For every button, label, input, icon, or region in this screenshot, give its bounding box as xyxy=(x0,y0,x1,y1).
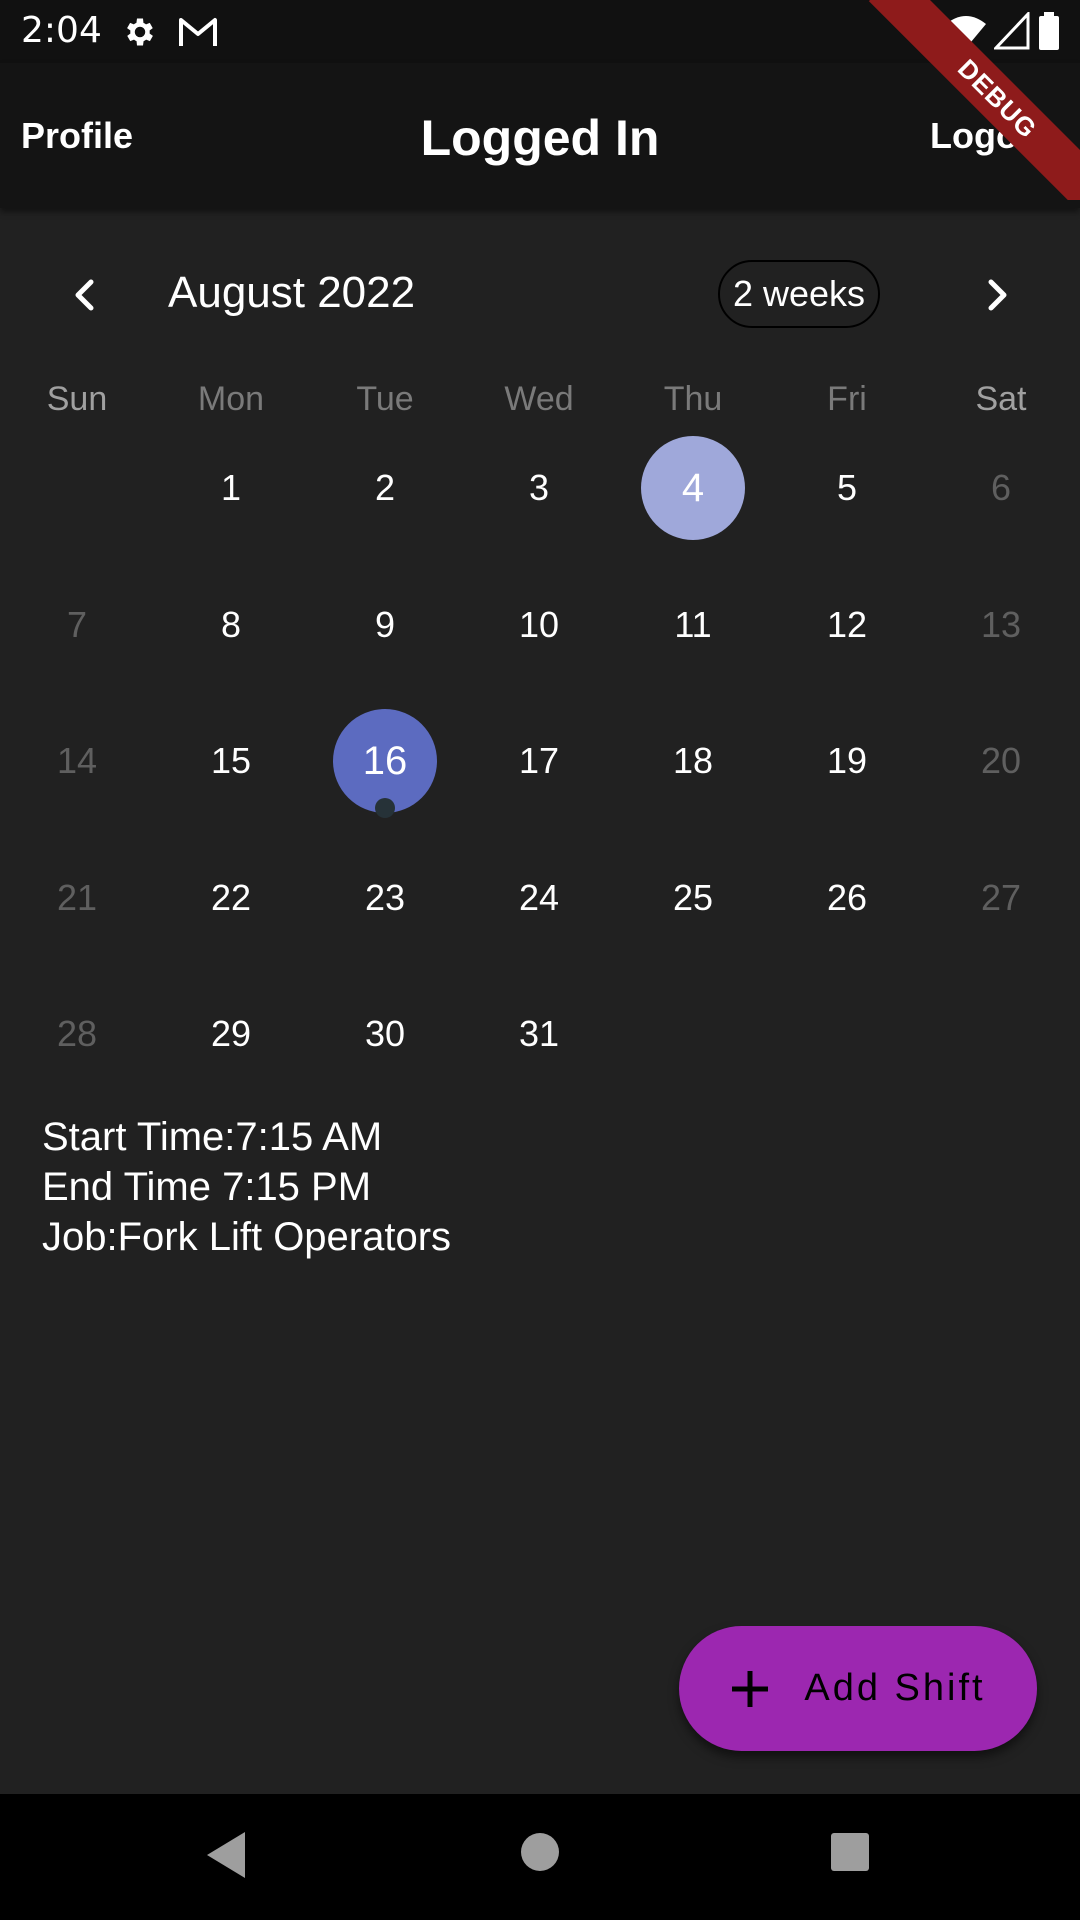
day-number: 22 xyxy=(210,876,252,918)
calendar-day-26[interactable]: 26 xyxy=(770,843,924,953)
day-number: 25 xyxy=(672,876,714,918)
calendar-day-4[interactable]: 4 xyxy=(616,433,770,543)
add-shift-button[interactable]: Add Shift xyxy=(679,1626,1037,1751)
calendar-day-19[interactable]: 19 xyxy=(770,706,924,816)
day-number: 20 xyxy=(980,740,1022,781)
calendar-day-11[interactable]: 11 xyxy=(616,570,770,680)
day-number: 5 xyxy=(836,467,858,508)
weekday-thu: Thu xyxy=(663,380,723,418)
day-number: 15 xyxy=(210,740,252,781)
system-nav-bar xyxy=(0,1794,1080,1920)
add-shift-label: Add Shift xyxy=(804,1667,986,1709)
calendar-day-27[interactable]: 27 xyxy=(924,843,1078,953)
day-number: 14 xyxy=(56,740,98,781)
day-number: 1 xyxy=(220,467,242,508)
calendar-day-20[interactable]: 20 xyxy=(924,706,1078,816)
signal-icon xyxy=(994,12,1030,50)
gmail-icon xyxy=(179,18,217,46)
calendar-day-23[interactable]: 23 xyxy=(308,843,462,953)
day-number: 9 xyxy=(374,603,396,645)
home-icon[interactable] xyxy=(520,1832,560,1872)
calendar-day-18[interactable]: 18 xyxy=(616,706,770,816)
wifi-icon xyxy=(946,16,986,48)
recents-icon[interactable] xyxy=(830,1832,870,1872)
calendar-day-1[interactable]: 1 xyxy=(154,433,308,543)
calendar-day-24[interactable]: 24 xyxy=(462,843,616,953)
weekday-sun: Sun xyxy=(46,380,108,418)
day-number: 16 xyxy=(362,739,408,783)
day-number: 7 xyxy=(66,603,88,645)
day-number: 13 xyxy=(980,603,1022,645)
calendar-day-29[interactable]: 29 xyxy=(154,979,308,1089)
chevron-right-icon[interactable] xyxy=(972,270,1022,320)
day-number: 12 xyxy=(826,603,868,645)
event-details: Start Time:7:15 AM End Time 7:15 PM Job:… xyxy=(42,1112,451,1262)
calendar-day-14[interactable]: 14 xyxy=(0,706,154,816)
status-bar: 2:04 xyxy=(0,0,1080,63)
day-number: 3 xyxy=(528,467,550,508)
calendar-day-13[interactable]: 13 xyxy=(924,570,1078,680)
weekday-wed: Wed xyxy=(504,380,574,418)
calendar-day-16[interactable]: 16 xyxy=(308,706,462,818)
calendar-day-5[interactable]: 5 xyxy=(770,433,924,543)
day-number: 23 xyxy=(364,876,406,918)
event-job: Job:Fork Lift Operators xyxy=(42,1215,452,1259)
month-title: August 2022 xyxy=(168,268,416,317)
day-number: 10 xyxy=(518,603,560,645)
calendar-day-6[interactable]: 6 xyxy=(924,433,1078,543)
app-bar: Profile Logged In Logout xyxy=(0,63,1080,208)
calendar-day-28[interactable]: 28 xyxy=(0,979,154,1089)
event-start-time: Start Time:7:15 AM xyxy=(42,1115,383,1159)
day-number: 8 xyxy=(220,603,242,645)
day-number: 6 xyxy=(990,467,1012,508)
day-number: 28 xyxy=(56,1013,98,1054)
day-number: 27 xyxy=(980,876,1022,918)
day-number: 29 xyxy=(210,1013,252,1054)
gear-icon xyxy=(127,18,153,46)
calendar-day-8[interactable]: 8 xyxy=(154,570,308,680)
day-number: 31 xyxy=(518,1013,560,1054)
day-number: 18 xyxy=(672,740,714,781)
day-number: 21 xyxy=(56,876,98,918)
weekday-fri: Fri xyxy=(827,380,867,418)
calendar-day-9[interactable]: 9 xyxy=(308,570,462,680)
battery-icon xyxy=(1039,12,1059,50)
format-toggle-button[interactable]: 2 weeks xyxy=(718,260,880,328)
calendar-day-3[interactable]: 3 xyxy=(462,433,616,543)
day-number: 24 xyxy=(518,876,560,918)
day-number: 4 xyxy=(681,466,705,510)
day-number: 11 xyxy=(674,603,712,645)
day-number: 17 xyxy=(518,740,560,781)
calendar-day-25[interactable]: 25 xyxy=(616,843,770,953)
calendar-day-10[interactable]: 10 xyxy=(462,570,616,680)
chevron-left-icon[interactable] xyxy=(60,270,110,320)
page-title: Logged In xyxy=(420,110,660,166)
status-time: 2:04 xyxy=(21,10,102,51)
calendar-day-31[interactable]: 31 xyxy=(462,979,616,1089)
event-end-time: End Time 7:15 PM xyxy=(42,1165,372,1209)
calendar-day-12[interactable]: 12 xyxy=(770,570,924,680)
weekday-tue: Tue xyxy=(356,380,414,418)
calendar-day-2[interactable]: 2 xyxy=(308,433,462,543)
calendar-day-7[interactable]: 7 xyxy=(0,570,154,680)
calendar-day-21[interactable]: 21 xyxy=(0,843,154,953)
calendar-day-15[interactable]: 15 xyxy=(154,706,308,816)
calendar-day-30[interactable]: 30 xyxy=(308,979,462,1089)
day-number: 30 xyxy=(364,1013,406,1054)
day-number: 26 xyxy=(826,876,868,918)
calendar-day-22[interactable]: 22 xyxy=(154,843,308,953)
weekday-mon: Mon xyxy=(197,380,265,418)
day-number: 19 xyxy=(826,740,868,781)
weekday-sat: Sat xyxy=(975,380,1027,418)
day-number: 2 xyxy=(374,467,396,508)
logout-button[interactable]: Logout xyxy=(930,115,1052,157)
plus-icon xyxy=(732,1670,769,1707)
back-icon[interactable] xyxy=(205,1830,247,1880)
event-marker xyxy=(375,798,395,818)
calendar-day-17[interactable]: 17 xyxy=(462,706,616,816)
